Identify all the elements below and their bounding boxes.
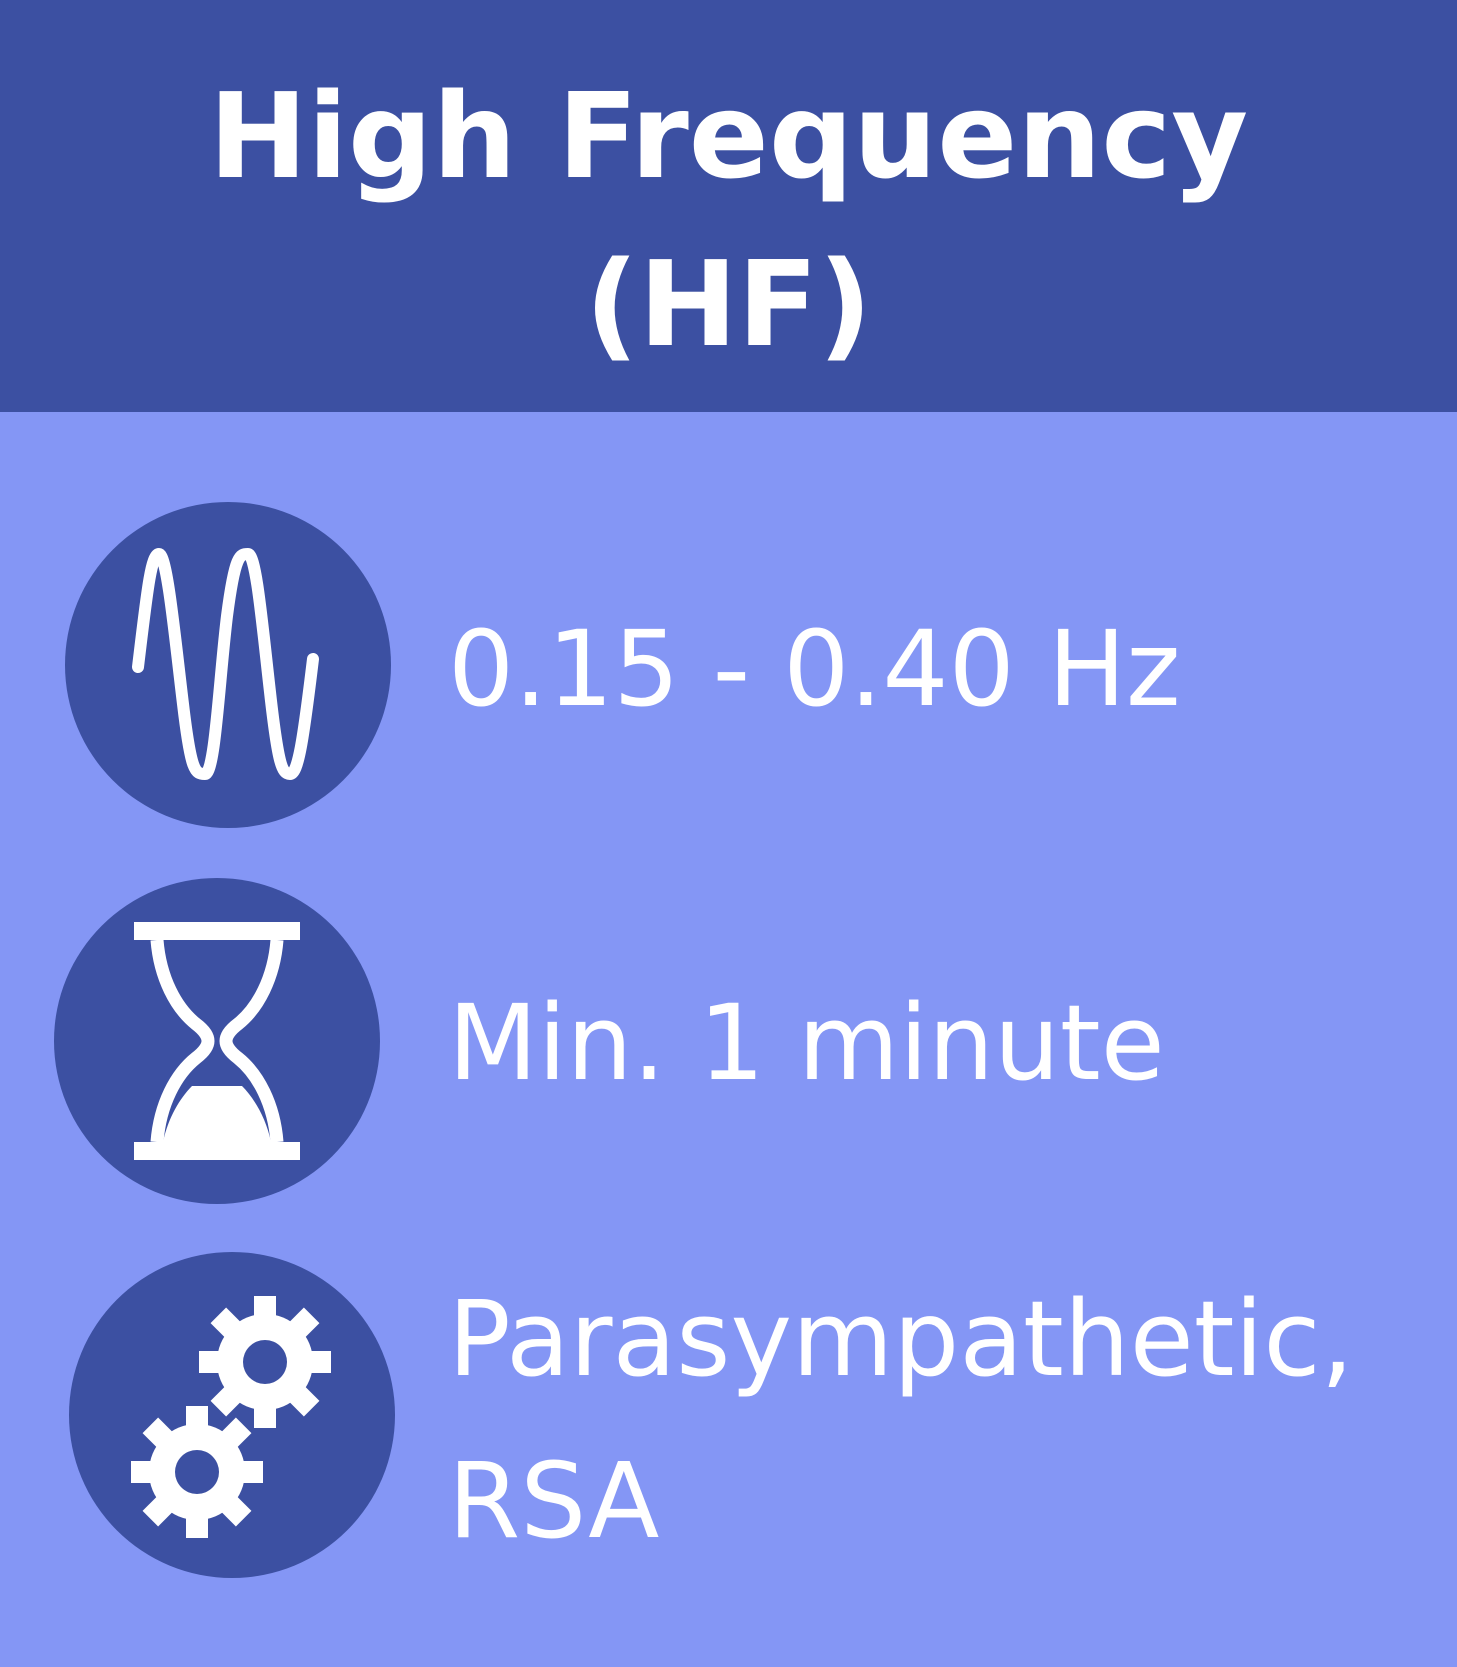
page-title: High Frequency (HF) — [0, 52, 1457, 388]
function-text-line-1: Parasympathetic, — [448, 1278, 1354, 1400]
header-banner: High Frequency (HF) — [0, 0, 1457, 412]
hourglass-icon — [54, 878, 380, 1204]
title-line-1: High Frequency — [208, 67, 1249, 205]
frequency-range-text: 0.15 - 0.40 Hz — [448, 608, 1181, 730]
title-line-2: (HF) — [584, 235, 873, 373]
sine-wave-icon — [65, 502, 391, 828]
duration-text: Min. 1 minute — [448, 982, 1165, 1104]
function-text-line-2: RSA — [448, 1440, 660, 1562]
gears-icon — [69, 1252, 395, 1578]
